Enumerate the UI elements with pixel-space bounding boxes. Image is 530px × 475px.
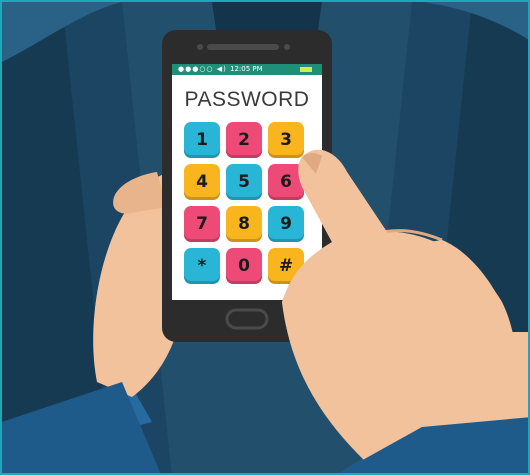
keypad-key-5[interactable]: 5 xyxy=(226,164,262,200)
battery-icon xyxy=(300,67,312,72)
signal-icon: ●●●○○ ◀) xyxy=(178,65,227,73)
status-bar: ●●●○○ ◀) 12:05 PM xyxy=(172,64,322,75)
phone-speaker xyxy=(207,44,279,50)
keypad-key-0[interactable]: 0 xyxy=(226,248,262,284)
keypad-key-star[interactable]: * xyxy=(184,248,220,284)
illustration-frame: ●●●○○ ◀) 12:05 PM PASSWORD 1 2 3 4 5 6 7 8 9 * 0 # xyxy=(0,0,530,475)
keypad-key-6[interactable]: 6 xyxy=(268,164,304,200)
keypad-key-2[interactable]: 2 xyxy=(226,122,262,158)
phone-camera xyxy=(197,44,203,50)
status-time: 12:05 PM xyxy=(230,65,263,73)
phone-screen: ●●●○○ ◀) 12:05 PM PASSWORD 1 2 3 4 5 6 7 8 9 * 0 # xyxy=(172,64,322,300)
keypad-key-3[interactable]: 3 xyxy=(268,122,304,158)
phone-sensor xyxy=(284,44,290,50)
keypad-key-9[interactable]: 9 xyxy=(268,206,304,242)
password-title: PASSWORD xyxy=(184,88,310,111)
keypad-key-4[interactable]: 4 xyxy=(184,164,220,200)
keypad-key-1[interactable]: 1 xyxy=(184,122,220,158)
keypad-key-hash[interactable]: # xyxy=(268,248,304,284)
keypad-key-8[interactable]: 8 xyxy=(226,206,262,242)
keypad-key-7[interactable]: 7 xyxy=(184,206,220,242)
